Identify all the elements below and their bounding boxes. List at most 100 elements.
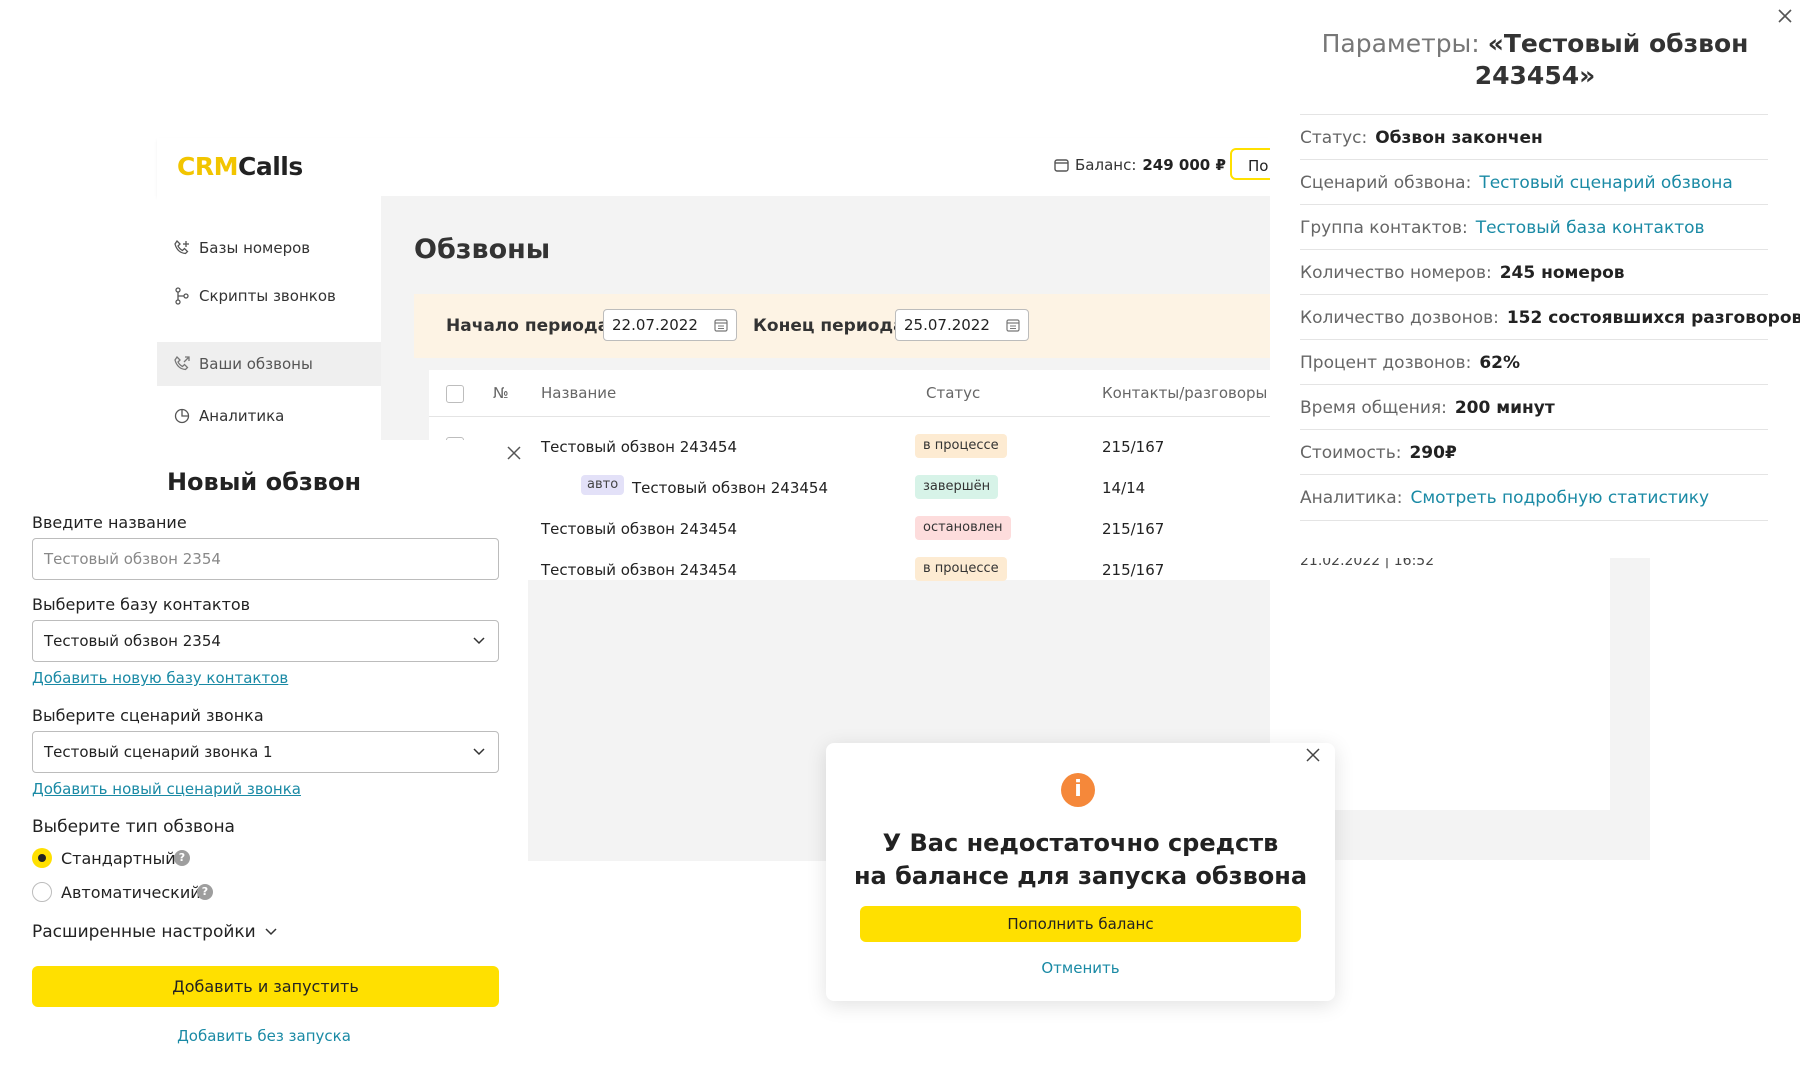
param-time: Время общения: 200 минут [1300,384,1768,430]
sidebar-item-scripts[interactable]: Скрипты звонков [157,274,381,318]
param-cost: Стоимость: 290₽ [1300,429,1768,475]
help-icon[interactable]: ? [197,884,213,900]
chevron-down-icon [473,748,485,756]
end-date-value: 25.07.2022 [904,316,990,334]
sidebar-item-analytics[interactable]: Аналитика [157,394,381,438]
row-name[interactable]: Тестовый обзвон 243454 [541,561,737,579]
radio-auto-label[interactable]: Автоматический [61,883,201,902]
param-numbers: Количество номеров: 245 номеров [1300,249,1768,295]
logo-calls: Calls [237,152,303,181]
alert-message-line: на балансе для запуска обзвона [853,862,1308,890]
period-filter: Начало периода: 22.07.2022 Конец периода… [414,294,1270,358]
param-value: Обзвон закончен [1375,127,1543,148]
name-field-label: Введите название [32,513,187,532]
param-label: Количество дозвонов: [1300,307,1499,328]
param-label: Статус: [1300,127,1368,148]
param-analytics: Аналитика: Смотреть подробную статистику [1300,474,1768,521]
page-title: Обзвоны [414,234,551,265]
param-label: Группа контактов: [1300,217,1468,238]
phone-plus-icon [174,239,189,255]
param-label: Процент дозвонов: [1300,352,1472,373]
scenario-link[interactable]: Тестовый сценарий обзвона [1479,173,1732,193]
alert-message: У Вас недостаточно средств на балансе дл… [826,827,1335,893]
select-all-checkbox[interactable] [446,385,464,403]
add-script-link[interactable]: Добавить новый сценарий звонка [32,780,301,798]
param-label: Аналитика: [1300,487,1403,508]
calendar-icon[interactable] [1006,318,1020,332]
table-row[interactable]: 1 Тестовый обзвон 243454 в процессе 215/… [429,426,1270,466]
status-badge: в процессе [915,434,1007,458]
contact-group-link[interactable]: Тестовый база контактов [1476,218,1705,238]
base-field-label: Выберите базу контактов [32,595,251,614]
calls-table: № Название Статус Контакты/разговоры 1 Т… [429,370,1270,581]
param-scenario: Сценарий обзвона: Тестовый сценарий обзво… [1300,159,1768,205]
script-select[interactable]: Тестовый сценарий звонка 1 [32,731,499,773]
param-label: Сценарий обзвона: [1300,172,1472,193]
balance-label: Баланс: [1075,156,1137,174]
row-name[interactable]: Тестовый обзвон 243454 [541,520,737,538]
sidebar-item-bases[interactable]: Базы номеров [157,226,381,270]
status-badge: завершён [915,475,999,499]
advanced-settings-toggle[interactable]: Расширенные настройки [32,922,278,942]
params-title-prefix: Параметры: [1321,29,1480,58]
type-label: Выберите тип обзвона [32,817,235,837]
divider [429,416,1270,417]
row-contacts: 215/167 [1102,438,1165,456]
sidebar-item-label: Аналитика [199,407,285,425]
close-icon[interactable] [1775,6,1795,26]
param-label: Время общения: [1300,397,1447,418]
column-header-contacts: Контакты/разговоры [1102,384,1268,402]
app-header: CRMCalls Баланс: 249 000 ₽ По [157,138,1290,196]
insufficient-funds-modal: i У Вас недостаточно средств на балансе … [826,743,1335,1001]
topup-balance-button[interactable]: Пополнить баланс [860,906,1301,942]
param-value: 152 состоявшихся разговоров [1506,307,1800,328]
new-call-form: Новый обзвон Введите название Тестовый о… [0,440,528,1064]
row-contacts: 14/14 [1102,479,1146,497]
add-contact-base-link[interactable]: Добавить новую базу контактов [32,669,288,687]
table-row[interactable]: Тестовый обзвон 243454 в процессе 215/16… [429,549,1270,589]
chevron-down-icon [265,928,277,936]
sidebar-item-calls[interactable]: Ваши обзвоны [157,342,381,386]
contact-base-select[interactable]: Тестовый обзвон 2354 [32,620,499,662]
analytics-link[interactable]: Смотреть подробную статистику [1410,488,1709,508]
logo[interactable]: CRMCalls [177,152,303,181]
auto-tag: авто [581,475,625,495]
end-period-label: Конец периода: [753,316,912,336]
param-percent: Процент дозвонов: 62% [1300,339,1768,385]
name-input[interactable]: Тестовый обзвон 2354 [32,538,499,580]
add-and-start-button[interactable]: Добавить и запустить [32,966,499,1007]
sidebar: Базы номеров Скрипты звонков Ваши обзвон… [157,196,381,444]
param-label: Количество номеров: [1300,262,1492,283]
calendar-icon[interactable] [714,318,728,332]
status-badge: в процессе [915,557,1007,581]
radio-standard-label[interactable]: Стандартный [61,849,176,868]
logo-crm: CRM [177,152,238,181]
row-name[interactable]: Тестовый обзвон 243454 [632,479,828,497]
param-value: 62% [1479,352,1521,373]
sidebar-item-label: Базы номеров [199,239,311,257]
column-header-name: Название [541,384,617,402]
chevron-down-icon [473,637,485,645]
script-value: Тестовый сценарий звонка 1 [44,743,273,761]
sidebar-item-label: Ваши обзвоны [199,355,313,373]
param-group: Группа контактов: Тестовый база контактов [1300,204,1768,250]
phone-outgoing-icon [174,355,190,371]
radio-standard[interactable] [32,848,52,868]
table-row[interactable]: авто Тестовый обзвон 243454 завершён 14/… [429,467,1270,507]
param-calls: Количество дозвонов: 152 состоявшихся раз… [1300,294,1800,340]
cancel-link[interactable]: Отменить [826,959,1335,977]
radio-auto[interactable] [32,882,52,902]
row-name[interactable]: Тестовый обзвон 243454 [541,438,737,456]
help-icon[interactable]: ? [174,850,190,866]
param-status: Статус: Обзвон закончен [1300,114,1768,160]
balance-value: 249 000 ₽ [1142,156,1226,174]
close-icon[interactable] [1305,747,1321,763]
alert-message-line: У Вас недостаточно средств [882,829,1279,857]
end-date-input[interactable]: 25.07.2022 [895,309,1029,341]
table-row[interactable]: Тестовый обзвон 243454 остановлен 215/16… [429,508,1270,548]
start-date-input[interactable]: 22.07.2022 [603,309,737,341]
close-icon[interactable] [505,444,523,462]
row-contacts: 215/167 [1102,561,1165,579]
param-value: 245 номеров [1499,262,1625,283]
add-without-start-link[interactable]: Добавить без запуска [0,1027,528,1045]
